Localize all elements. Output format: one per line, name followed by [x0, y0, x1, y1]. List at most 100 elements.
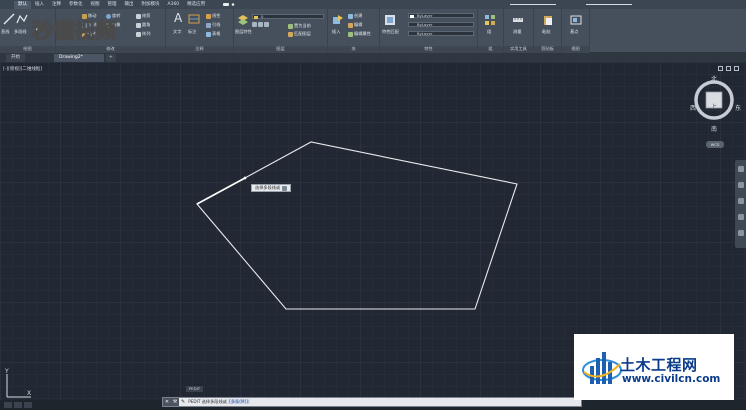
- layer-iso-icon[interactable]: [264, 22, 269, 27]
- table-button[interactable]: 表格: [206, 31, 220, 37]
- orbit-icon[interactable]: [738, 214, 744, 220]
- color-dropdown[interactable]: ByLayer: [408, 13, 474, 18]
- array-button[interactable]: 阵列: [136, 31, 150, 37]
- panel-view-title: 视图: [571, 46, 580, 51]
- panel-properties-footer[interactable]: 特性: [380, 46, 477, 53]
- layer-properties-label-wrap: 图层特性: [235, 29, 252, 35]
- measure-icon[interactable]: [512, 14, 524, 26]
- base-view-icon[interactable]: [570, 14, 582, 26]
- ribbon-tab-strip: 默认 插入 注释 参数化 视图 管理 输出 附加模块 A360 精选应用: [0, 0, 746, 9]
- layer-bulb-icon: [254, 15, 258, 19]
- command-option[interactable]: [多条(M)]:: [228, 399, 251, 404]
- panel-properties: 特性匹配 ByLayer ByLayer ByLayer 特性: [380, 9, 478, 53]
- panel-layers-footer[interactable]: 图层: [234, 46, 327, 53]
- tab-featured-apps[interactable]: 精选应用: [183, 1, 209, 9]
- panel-modify-title: 修改: [106, 46, 115, 51]
- panel-groups-footer[interactable]: 组: [478, 46, 503, 53]
- steering-wheel-icon[interactable]: [738, 166, 744, 172]
- paste-icon[interactable]: [542, 14, 554, 26]
- down-arrow-key-icon: [282, 185, 288, 191]
- layer-properties-icon[interactable]: [237, 14, 249, 26]
- layer-freeze-icon[interactable]: [252, 22, 257, 27]
- panel-modify-footer[interactable]: 修改: [56, 46, 165, 53]
- civilcn-watermark: 土木工程网 www.civilcn.com: [574, 334, 734, 400]
- panel-view-footer[interactable]: 视图: [562, 46, 589, 53]
- make-current-button[interactable]: 置为当前: [288, 23, 311, 29]
- paste-label-wrap: 粘贴: [542, 29, 550, 35]
- polyline-button[interactable]: 多段线: [14, 29, 27, 35]
- tab-addins[interactable]: 附加模块: [138, 1, 164, 9]
- tab-annotate[interactable]: 注释: [48, 1, 65, 9]
- line-label: 直线: [1, 29, 10, 34]
- dynamic-input-tooltip: 选择多段线或: [251, 184, 292, 192]
- viewcube[interactable]: [690, 76, 738, 124]
- tab-parametric[interactable]: 参数化: [65, 1, 87, 9]
- layer-lock-icon[interactable]: [258, 22, 263, 27]
- panel-clipboard-title: 剪贴板: [541, 46, 554, 51]
- command-prompt: PEDIT 选择多段线或 [多条(M)]:: [185, 399, 251, 405]
- zoom-icon[interactable]: [738, 198, 744, 204]
- grip-point[interactable]: [243, 176, 247, 180]
- viewcube-top-face[interactable]: 上: [711, 102, 717, 111]
- tooltip-label: 选择多段线或: [255, 185, 281, 190]
- lineweight-dropdown[interactable]: ByLayer: [408, 31, 474, 36]
- text-button[interactable]: A: [174, 11, 182, 25]
- make-current-icon: [288, 23, 293, 29]
- command-line[interactable]: ✕ ⚒ ✎ PEDIT 选择多段线或 [多条(M)]:: [162, 397, 582, 407]
- trim-button[interactable]: 修剪: [136, 13, 150, 19]
- match-layer-button[interactable]: 匹配图层: [288, 31, 311, 37]
- panel-clipboard-footer[interactable]: 剪贴板: [534, 46, 561, 53]
- layout-tab[interactable]: [4, 402, 12, 408]
- linear-button[interactable]: 线性: [206, 13, 220, 19]
- edit-attributes-button[interactable]: 编辑属性: [348, 31, 371, 37]
- layout-tab[interactable]: [24, 402, 32, 408]
- tab-insert[interactable]: 插入: [31, 1, 48, 9]
- pentagon-polyline[interactable]: [196, 141, 518, 310]
- leader-button[interactable]: 引线: [206, 22, 220, 28]
- viewcube-north[interactable]: 北: [711, 74, 717, 83]
- paste-label: 粘贴: [542, 29, 551, 34]
- command-prompt-text: PEDIT 选择多段线或: [188, 399, 227, 404]
- create-block-button[interactable]: 创建: [348, 13, 362, 19]
- wrench-icon[interactable]: ⚒: [171, 398, 179, 406]
- fillet-button[interactable]: 圆角: [136, 22, 150, 28]
- viewcube-south[interactable]: 南: [711, 124, 717, 133]
- layer-dropdown[interactable]: 0: [252, 14, 324, 19]
- layout-tab[interactable]: [14, 402, 22, 408]
- tab-a360[interactable]: A360: [164, 1, 184, 9]
- file-tab-start[interactable]: 开始: [6, 54, 25, 62]
- panel-annotation-footer[interactable]: 注释: [166, 46, 233, 53]
- panel-draw-footer[interactable]: 绘图: [0, 46, 55, 53]
- panel-block-footer[interactable]: 块: [328, 46, 379, 53]
- edit-block-button[interactable]: 编辑: [348, 22, 362, 28]
- tab-manage[interactable]: 管理: [104, 1, 121, 9]
- pan-icon[interactable]: [738, 182, 744, 188]
- dimension-icon[interactable]: [188, 13, 200, 25]
- group-icon[interactable]: [484, 14, 496, 26]
- command-history: PEDIT: [186, 386, 204, 392]
- new-tab-button[interactable]: +: [106, 54, 116, 62]
- line-button[interactable]: 直线: [1, 29, 9, 35]
- wcs-menu[interactable]: WCS: [706, 141, 724, 148]
- ucs-icon: Y X: [4, 368, 31, 398]
- close-icon[interactable]: ✕: [163, 398, 171, 406]
- tab-output[interactable]: 输出: [121, 1, 138, 9]
- title-underline: [586, 4, 632, 5]
- line-icon[interactable]: [3, 13, 15, 25]
- linetype-dropdown[interactable]: ByLayer: [408, 22, 474, 27]
- array-icon: [136, 31, 141, 37]
- match-properties-icon[interactable]: [384, 14, 396, 26]
- edit-attributes-icon: [348, 31, 353, 37]
- polyline-icon[interactable]: [16, 13, 28, 25]
- viewcube-west[interactable]: 西: [690, 103, 696, 112]
- file-tab-drawing2[interactable]: Drawing2*: [54, 54, 104, 62]
- ribbon-minimize-icon[interactable]: [222, 2, 238, 7]
- edit-attributes-label: 编辑属性: [354, 31, 371, 36]
- tab-default[interactable]: 默认: [14, 1, 31, 9]
- panel-utilities-footer[interactable]: 实用工具: [504, 46, 533, 53]
- showmotion-icon[interactable]: [738, 230, 744, 236]
- viewcube-east[interactable]: 东: [735, 103, 741, 112]
- video-watermark-logo: 秒懂视频: [32, 19, 117, 44]
- tab-view[interactable]: 视图: [87, 1, 104, 9]
- insert-block-icon[interactable]: [332, 14, 344, 26]
